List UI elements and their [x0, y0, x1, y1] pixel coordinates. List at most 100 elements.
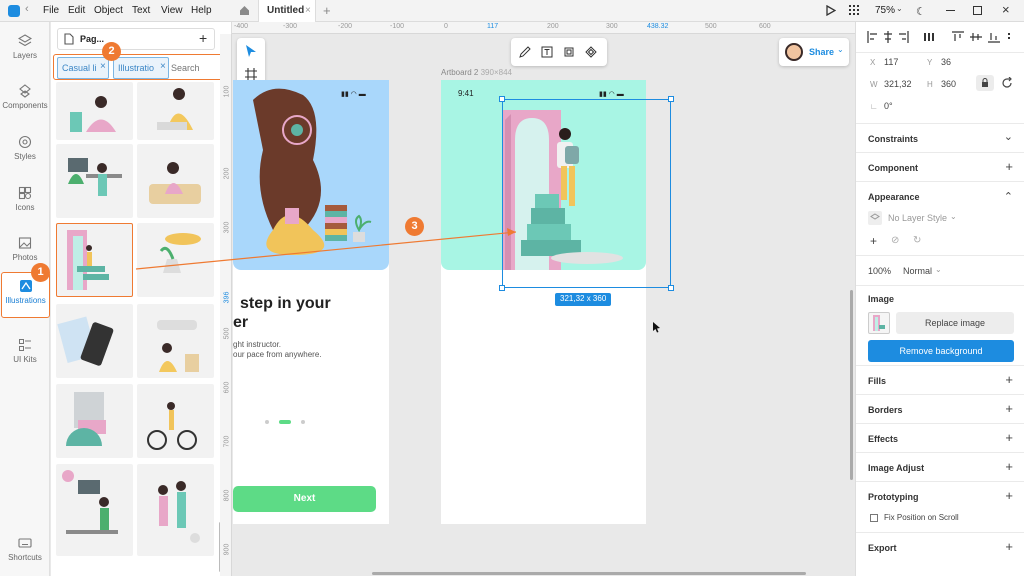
- nav-styles[interactable]: Styles: [0, 129, 50, 175]
- add-border-icon[interactable]: +: [1005, 402, 1013, 415]
- constraints-title: Constraints: [868, 134, 919, 144]
- add-fill-icon[interactable]: +: [1005, 373, 1013, 386]
- replace-image-button[interactable]: Replace image: [896, 312, 1014, 334]
- menu-text[interactable]: Text: [132, 5, 150, 16]
- chip-remove-icon[interactable]: ×: [160, 61, 166, 72]
- artboard-2-label[interactable]: Artboard 2 390×844: [441, 68, 512, 77]
- add-page-icon[interactable]: +: [199, 30, 207, 46]
- add-image-adjust-icon[interactable]: +: [1005, 460, 1013, 473]
- lock-ratio-button[interactable]: [976, 75, 994, 91]
- illustration-thumb[interactable]: [137, 304, 214, 378]
- nav-components[interactable]: Components: [0, 78, 50, 124]
- artboard-1[interactable]: ▮▮ ◠ ▬ step in your er ght instructor. o…: [233, 80, 389, 524]
- app-logo-icon[interactable]: [8, 5, 20, 17]
- nav-shortcuts[interactable]: Shortcuts: [0, 530, 50, 576]
- y-input[interactable]: 36: [941, 57, 951, 67]
- zoom-level[interactable]: 75%: [875, 5, 895, 16]
- nav-layers[interactable]: Layers: [0, 28, 50, 74]
- illustration-thumb[interactable]: [137, 223, 214, 297]
- illustration-thumb-selected[interactable]: [56, 223, 133, 297]
- next-button[interactable]: Next: [233, 486, 376, 512]
- grid-icon[interactable]: [849, 5, 859, 18]
- refresh-icon[interactable]: ↻: [913, 235, 921, 246]
- back-chevron-icon[interactable]: ‹: [25, 3, 29, 15]
- add-style-icon[interactable]: +: [870, 234, 877, 248]
- nav-ui-kits[interactable]: UI Kits: [0, 332, 50, 378]
- share-button[interactable]: Share ⌄: [779, 38, 849, 66]
- resize-handle[interactable]: [499, 96, 505, 102]
- resize-handle[interactable]: [668, 96, 674, 102]
- page-selector[interactable]: Pag... +: [57, 28, 215, 50]
- menu-help[interactable]: Help: [191, 5, 212, 16]
- menu-view[interactable]: View: [161, 5, 183, 16]
- blend-mode-select[interactable]: Normal: [903, 266, 932, 276]
- chip-remove-icon[interactable]: ×: [100, 61, 106, 72]
- nav-styles-label: Styles: [14, 152, 36, 161]
- home-icon[interactable]: [239, 5, 250, 16]
- play-icon[interactable]: [826, 4, 837, 19]
- image-adjust-title: Image Adjust: [868, 463, 925, 473]
- rotate-icon[interactable]: [1001, 77, 1013, 89]
- image-preview[interactable]: [868, 312, 890, 334]
- text-box-icon[interactable]: [541, 46, 553, 58]
- add-export-icon[interactable]: +: [1005, 540, 1013, 553]
- add-component-icon[interactable]: +: [1005, 160, 1013, 173]
- chevron-down-icon[interactable]: ⌄: [1004, 132, 1013, 143]
- asset-search-input[interactable]: [171, 58, 221, 78]
- add-prototype-icon[interactable]: +: [1005, 489, 1013, 502]
- fix-position-checkbox[interactable]: [870, 514, 878, 522]
- width-input[interactable]: 321,32: [884, 79, 912, 89]
- add-effect-icon[interactable]: +: [1005, 431, 1013, 444]
- fills-section[interactable]: Fills +: [856, 365, 1024, 394]
- step-badge-3: 3: [405, 217, 424, 236]
- illustration-thumb[interactable]: [137, 384, 214, 458]
- rotation-input[interactable]: 0°: [884, 101, 893, 111]
- remove-background-button[interactable]: Remove background: [868, 340, 1014, 362]
- illustration-thumb[interactable]: [56, 82, 133, 140]
- dark-mode-icon[interactable]: ☾: [916, 5, 926, 18]
- menu-edit[interactable]: Edit: [68, 5, 85, 16]
- tab-untitled[interactable]: Untitled ×: [258, 0, 316, 22]
- close-window-icon[interactable]: ×: [1002, 2, 1010, 17]
- export-section[interactable]: Export +: [856, 532, 1024, 561]
- borders-section[interactable]: Borders +: [856, 394, 1024, 423]
- pointer-tool-icon[interactable]: [245, 44, 257, 58]
- nav-icons[interactable]: Icons: [0, 180, 50, 226]
- check-circle-icon[interactable]: ⊘: [891, 235, 899, 246]
- illustration-thumb[interactable]: [56, 144, 133, 218]
- layer-style-select[interactable]: No Layer Style: [888, 213, 947, 223]
- illustration-thumb[interactable]: [56, 384, 133, 458]
- menu-object[interactable]: Object: [94, 5, 123, 16]
- chevron-up-icon[interactable]: ⌃: [1004, 192, 1013, 203]
- selection-box[interactable]: [499, 96, 674, 291]
- canvas-scrollbar[interactable]: [372, 572, 806, 575]
- new-tab-icon[interactable]: +: [323, 3, 331, 18]
- effects-section[interactable]: Effects +: [856, 423, 1024, 452]
- filter-chip-casual-label: Casual li: [62, 63, 97, 73]
- x-input[interactable]: 117: [884, 57, 898, 67]
- component-diamond-icon[interactable]: [585, 46, 597, 58]
- illustration-thumb[interactable]: [137, 144, 214, 218]
- opacity-input[interactable]: 100%: [868, 266, 891, 276]
- menu-file[interactable]: File: [43, 5, 59, 16]
- minimize-icon[interactable]: [946, 10, 955, 11]
- canvas-scrollbar-vertical[interactable]: [850, 290, 853, 480]
- illustration-thumb[interactable]: [137, 464, 214, 556]
- illustration-thumb[interactable]: [56, 464, 133, 556]
- tab-close-icon[interactable]: ×: [305, 5, 311, 16]
- crop-icon[interactable]: [563, 46, 575, 58]
- resize-handle[interactable]: [668, 285, 674, 291]
- x-label: X: [870, 58, 876, 67]
- frame-tool-icon[interactable]: [245, 68, 257, 80]
- edit-pen-icon[interactable]: [519, 46, 531, 58]
- constraints-section[interactable]: Constraints ⌄: [856, 123, 1024, 152]
- height-input[interactable]: 360: [941, 79, 956, 89]
- illustration-thumb[interactable]: [137, 82, 214, 140]
- component-section[interactable]: Component +: [856, 152, 1024, 181]
- restore-icon[interactable]: [973, 6, 982, 15]
- image-adjust-section[interactable]: Image Adjust +: [856, 452, 1024, 481]
- nav-components-label: Components: [2, 101, 48, 110]
- resize-handle[interactable]: [499, 285, 505, 291]
- zoom-chevron-icon[interactable]: ⌄: [896, 4, 903, 13]
- illustration-thumb[interactable]: [56, 304, 133, 378]
